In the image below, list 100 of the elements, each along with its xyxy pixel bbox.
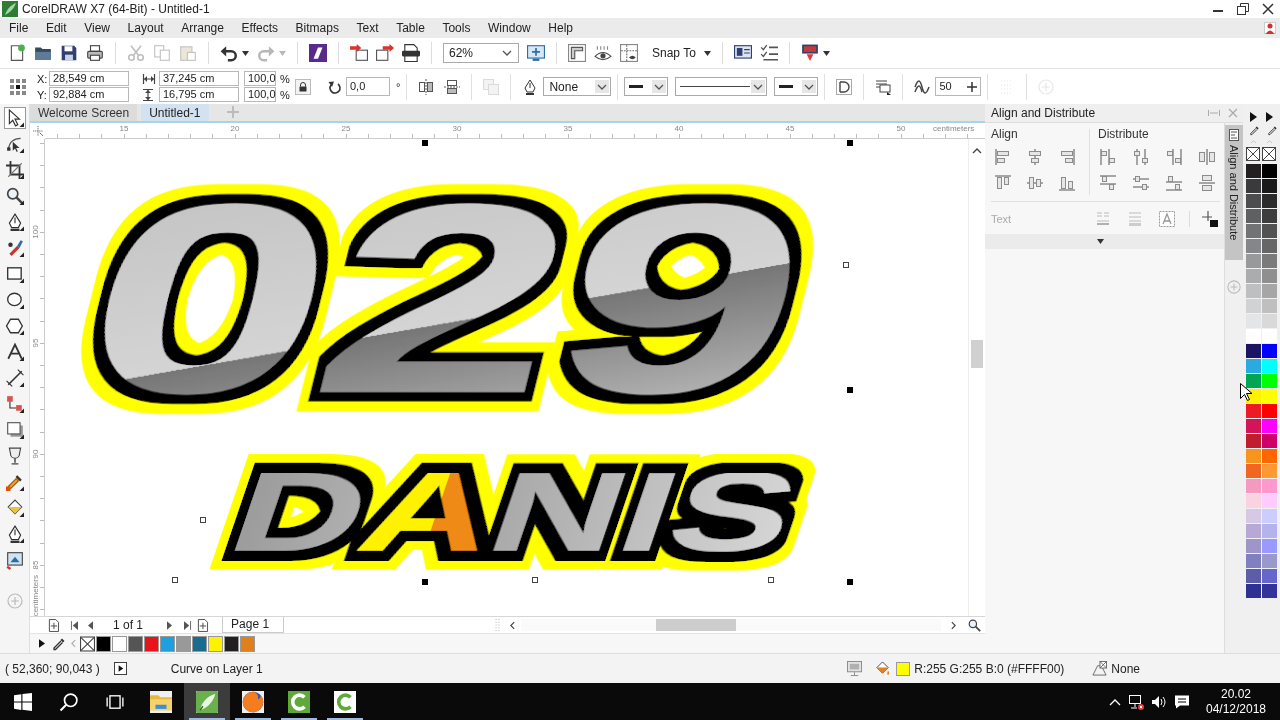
color-swatch[interactable]: [1246, 374, 1261, 388]
docker-tab[interactable]: Align and Distribute: [1225, 125, 1243, 260]
color-swatch[interactable]: [1246, 524, 1261, 538]
color-swatch[interactable]: [1262, 494, 1277, 508]
node-edit-icon[interactable]: [5, 135, 24, 153]
height-field[interactable]: 16,795 cm: [159, 87, 239, 102]
color-swatch[interactable]: [1262, 224, 1277, 238]
color-swatch[interactable]: [176, 635, 191, 652]
mirror-horizontal-icon[interactable]: [418, 78, 435, 95]
color-swatch[interactable]: [240, 635, 255, 652]
dimension-line-icon[interactable]: [5, 369, 24, 387]
color-swatch[interactable]: [1262, 209, 1277, 223]
guidelines-icon[interactable]: [620, 44, 638, 62]
monitor-plus-icon[interactable]: [527, 44, 545, 62]
color-swatch[interactable]: [1246, 164, 1261, 178]
scale-width-field[interactable]: 100,0: [244, 71, 276, 86]
window-panels-icon[interactable]: [733, 44, 752, 62]
menu-item[interactable]: View: [77, 19, 117, 37]
grip-handle-icon[interactable]: [495, 618, 500, 632]
magnifier-icon[interactable]: [5, 187, 24, 205]
color-swatch[interactable]: [1262, 269, 1277, 283]
color-swatch[interactable]: [1262, 584, 1277, 598]
caret-icon[interactable]: [242, 50, 249, 56]
x-position-field[interactable]: 28,549 cm: [49, 71, 129, 86]
color-swatch[interactable]: [1262, 539, 1277, 553]
color-swatch[interactable]: [128, 635, 143, 652]
menu-item[interactable]: Text: [349, 19, 386, 37]
screen-arrow-down-icon[interactable]: [800, 44, 819, 62]
menu-item[interactable]: Tools: [435, 19, 478, 37]
menu-item[interactable]: Arrange: [174, 19, 231, 37]
vertical-scrollbar[interactable]: [968, 139, 985, 616]
document-tab[interactable]: Untitled-1: [141, 104, 209, 121]
magnifier-icon[interactable]: [968, 618, 981, 632]
color-swatch[interactable]: [1262, 554, 1277, 568]
taskbar-app-button[interactable]: [184, 683, 230, 720]
square-grid-icon[interactable]: [10, 78, 26, 95]
color-swatch[interactable]: [1262, 419, 1277, 433]
checklist-icon[interactable]: [759, 44, 778, 62]
distribute-top-icon[interactable]: [1100, 175, 1116, 191]
scroll-left-icon[interactable]: [510, 620, 515, 630]
menu-item[interactable]: Effects: [234, 19, 285, 37]
scale-height-field[interactable]: 100,0: [244, 87, 276, 102]
color-swatch[interactable]: [1262, 374, 1277, 388]
color-swatch[interactable]: [1246, 584, 1261, 598]
color-swatch[interactable]: [1262, 344, 1277, 358]
outline-width-dropdown[interactable]: None: [543, 77, 612, 96]
color-swatch[interactable]: [160, 635, 175, 652]
color-swatch[interactable]: [192, 635, 207, 652]
document-tab[interactable]: Welcome Screen: [30, 104, 138, 121]
distribute-spacing-icon[interactable]: [1199, 149, 1215, 165]
distribute-left-icon[interactable]: [1100, 149, 1116, 165]
color-swatch[interactable]: [1262, 299, 1277, 313]
undo-arrow-icon[interactable]: [220, 44, 238, 62]
color-swatch[interactable]: [1262, 359, 1277, 373]
close-icon[interactable]: [1262, 3, 1274, 15]
align-top-icon[interactable]: [995, 175, 1011, 191]
mirror-vertical-icon[interactable]: [444, 78, 461, 95]
color-swatch[interactable]: [1246, 449, 1261, 463]
color-swatch[interactable]: [96, 635, 111, 652]
monitor-icon[interactable]: [847, 661, 863, 676]
color-swatch[interactable]: [1262, 254, 1277, 268]
next-page-icon[interactable]: [167, 620, 173, 630]
rectangle-icon[interactable]: [5, 265, 24, 283]
menu-item[interactable]: Layout: [120, 19, 171, 37]
distribute-right-icon[interactable]: [1166, 149, 1182, 165]
node-marker[interactable]: [532, 577, 538, 583]
color-swatch[interactable]: [1262, 314, 1277, 328]
y-position-field[interactable]: 92,884 cm: [49, 87, 129, 102]
letter-d-box-icon[interactable]: [836, 78, 853, 95]
picture-frame-icon[interactable]: [5, 551, 24, 569]
color-swatch[interactable]: [1246, 464, 1261, 478]
color-swatch[interactable]: [1246, 314, 1261, 328]
text-frame-icon[interactable]: [1159, 211, 1175, 227]
node-marker[interactable]: [843, 262, 849, 268]
add-circle-icon[interactable]: [6, 593, 23, 609]
color-swatch[interactable]: [1246, 329, 1261, 343]
color-swatch[interactable]: [1262, 479, 1277, 493]
color-swatch[interactable]: [1246, 494, 1261, 508]
color-swatch[interactable]: [144, 635, 159, 652]
color-swatch[interactable]: [1262, 329, 1277, 343]
color-swatch[interactable]: [1262, 449, 1277, 463]
color-swatch[interactable]: [1262, 164, 1277, 178]
selection-handle[interactable]: [847, 387, 853, 393]
add-page-icon[interactable]: [48, 618, 59, 632]
color-swatch[interactable]: [1262, 509, 1277, 523]
selection-handle[interactable]: [847, 140, 853, 146]
eyedropper-icon[interactable]: [1250, 125, 1259, 136]
color-swatch[interactable]: [1246, 194, 1261, 208]
scroll-up-icon[interactable]: [972, 147, 982, 155]
color-swatch[interactable]: [1246, 404, 1261, 418]
crop-icon[interactable]: [5, 161, 24, 179]
color-swatch[interactable]: [1262, 434, 1277, 448]
slanted-stripe-tile-icon[interactable]: [309, 44, 327, 62]
caret-icon[interactable]: [822, 50, 830, 56]
start-arrowhead-dropdown[interactable]: [624, 77, 669, 96]
distribute-vertical-spacing-icon[interactable]: [1199, 175, 1215, 191]
selection-handle[interactable]: [422, 140, 428, 146]
color-swatch[interactable]: [1262, 464, 1277, 478]
rotation-field[interactable]: 0,0: [346, 77, 390, 96]
width-field[interactable]: 37,245 cm: [159, 71, 239, 86]
